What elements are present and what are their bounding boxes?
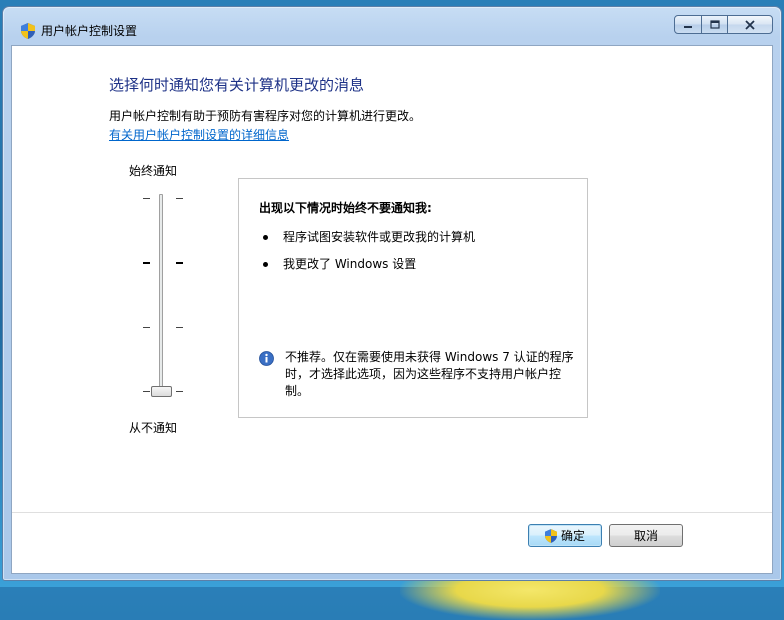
slider-tick [176, 262, 183, 264]
slider-tick [176, 198, 183, 199]
slider-tick [176, 327, 183, 328]
maximize-button[interactable] [701, 15, 728, 34]
close-button[interactable] [727, 15, 773, 34]
ok-button[interactable]: 确定 [528, 524, 602, 547]
minimize-icon [684, 25, 692, 28]
slider-tick [143, 391, 150, 392]
slider-bottom-label: 从不通知 [129, 421, 178, 435]
cancel-button-label: 取消 [633, 529, 658, 543]
title-bar[interactable]: 用户帐户控制设置 [3, 7, 781, 47]
setting-description-box: 出现以下情况时始终不要通知我: 程序试图安装软件或更改我的计算机 我更改了 Wi… [238, 178, 588, 418]
slider-tick [176, 391, 183, 392]
caption-buttons [674, 15, 773, 34]
info-icon [259, 351, 274, 366]
slider-thumb[interactable] [151, 386, 172, 397]
box-title: 出现以下情况时始终不要通知我: [259, 201, 432, 215]
uac-settings-window: 用户帐户控制设置 选择何时通知您有关计算机更改的消息 用户帐户控制有助于预防有害… [2, 6, 782, 581]
slider-tick [143, 262, 150, 264]
footer-divider [12, 512, 772, 513]
condition-list: 程序试图安装软件或更改我的计算机 我更改了 Windows 设置 [261, 229, 475, 283]
uac-shield-icon [21, 23, 35, 39]
list-item: 程序试图安装软件或更改我的计算机 [261, 229, 475, 256]
page-heading: 选择何时通知您有关计算机更改的消息 [109, 76, 365, 94]
dialog-content: 选择何时通知您有关计算机更改的消息 用户帐户控制有助于预防有害程序对您的计算机进… [11, 45, 773, 574]
warning-note: 不推荐。仅在需要使用未获得 Windows 7 认证的程序时，才选择此选项，因为… [285, 350, 574, 398]
slider-top-label: 始终通知 [129, 164, 178, 178]
description-text: 用户帐户控制有助于预防有害程序对您的计算机进行更改。 [109, 109, 422, 123]
notification-level-slider[interactable] [159, 194, 163, 397]
list-item: 我更改了 Windows 设置 [261, 256, 475, 283]
slider-tick [143, 198, 150, 199]
ok-button-label: 确定 [560, 529, 585, 543]
maximize-icon [709, 19, 720, 29]
minimize-button[interactable] [674, 15, 702, 34]
window-title: 用户帐户控制设置 [41, 24, 138, 38]
slider-tick [143, 327, 150, 328]
uac-details-link[interactable]: 有关用户帐户控制设置的详细信息 [109, 126, 289, 143]
close-icon [745, 19, 755, 30]
cancel-button[interactable]: 取消 [609, 524, 683, 547]
uac-shield-icon [544, 528, 557, 543]
